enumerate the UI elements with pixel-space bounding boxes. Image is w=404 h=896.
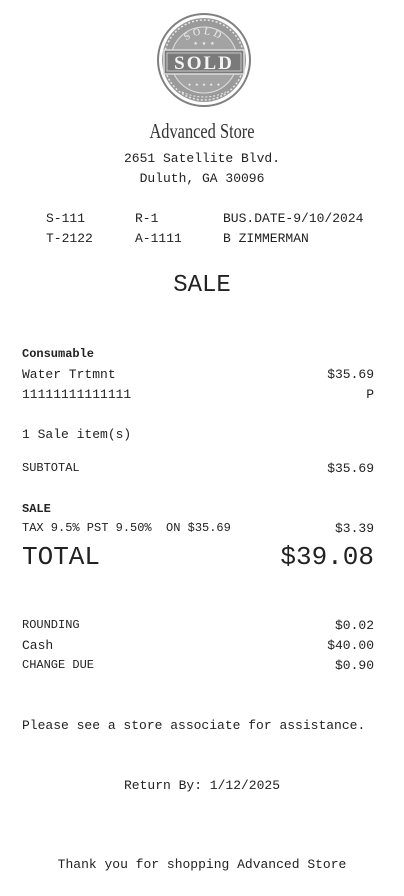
item-count: 1 Sale item(s) [22, 427, 132, 442]
transaction-number: T-2122 [46, 231, 93, 246]
associate-id: A-1111 [135, 231, 182, 246]
tax-value: $3.39 [334, 521, 374, 536]
sale-title: SALE [173, 272, 231, 299]
rounding-value: $0.02 [334, 618, 374, 633]
svg-text:★ ★ ★: ★ ★ ★ [193, 40, 215, 48]
total-value: $39.08 [280, 542, 374, 572]
item-sku: 11111111111111 [22, 387, 132, 402]
logo-main-text: SOLD [174, 53, 234, 74]
subtotal-label: SUBTOTAL [22, 461, 80, 475]
sold-stamp-logo: SOLD ★ ★ ★ SOLD ★ ★ ★ ★ ★ [156, 12, 252, 108]
svg-text:★ ★ ★ ★ ★: ★ ★ ★ ★ ★ [188, 81, 221, 88]
total-label: TOTAL [22, 542, 101, 572]
cash-value: $40.00 [327, 638, 374, 653]
store-address-line1: 2651 Satellite Blvd. [123, 151, 281, 166]
business-date: BUS.DATE-9/10/2024 [223, 211, 364, 226]
cash-label: Cash [22, 638, 54, 653]
item-name: Water Trtmnt [22, 367, 116, 382]
store-number: S-111 [46, 211, 86, 226]
item-category: Consumable [22, 347, 95, 361]
register-number: R-1 [135, 211, 159, 226]
change-due-label: CHANGE DUE [22, 658, 95, 672]
store-address-line2: Duluth, GA 30096 [139, 171, 265, 186]
associate-name: B ZIMMERMAN [223, 231, 309, 246]
return-by: Return By: 1/12/2025 [123, 778, 281, 793]
thank-you-note: Thank you for shopping Advanced Store [57, 857, 347, 872]
change-due-value: $0.90 [334, 658, 374, 673]
assist-note: Please see a store associate for assista… [22, 718, 366, 733]
tax-label: TAX 9.5% PST 9.50% ON $35.69 [22, 521, 231, 535]
subtotal-value: $35.69 [327, 461, 374, 476]
item-price: $35.69 [327, 367, 374, 382]
tax-heading: SALE [22, 502, 51, 516]
rounding-label: ROUNDING [22, 618, 80, 632]
store-name: Advanced Store [149, 119, 255, 143]
item-flag: P [366, 387, 374, 402]
